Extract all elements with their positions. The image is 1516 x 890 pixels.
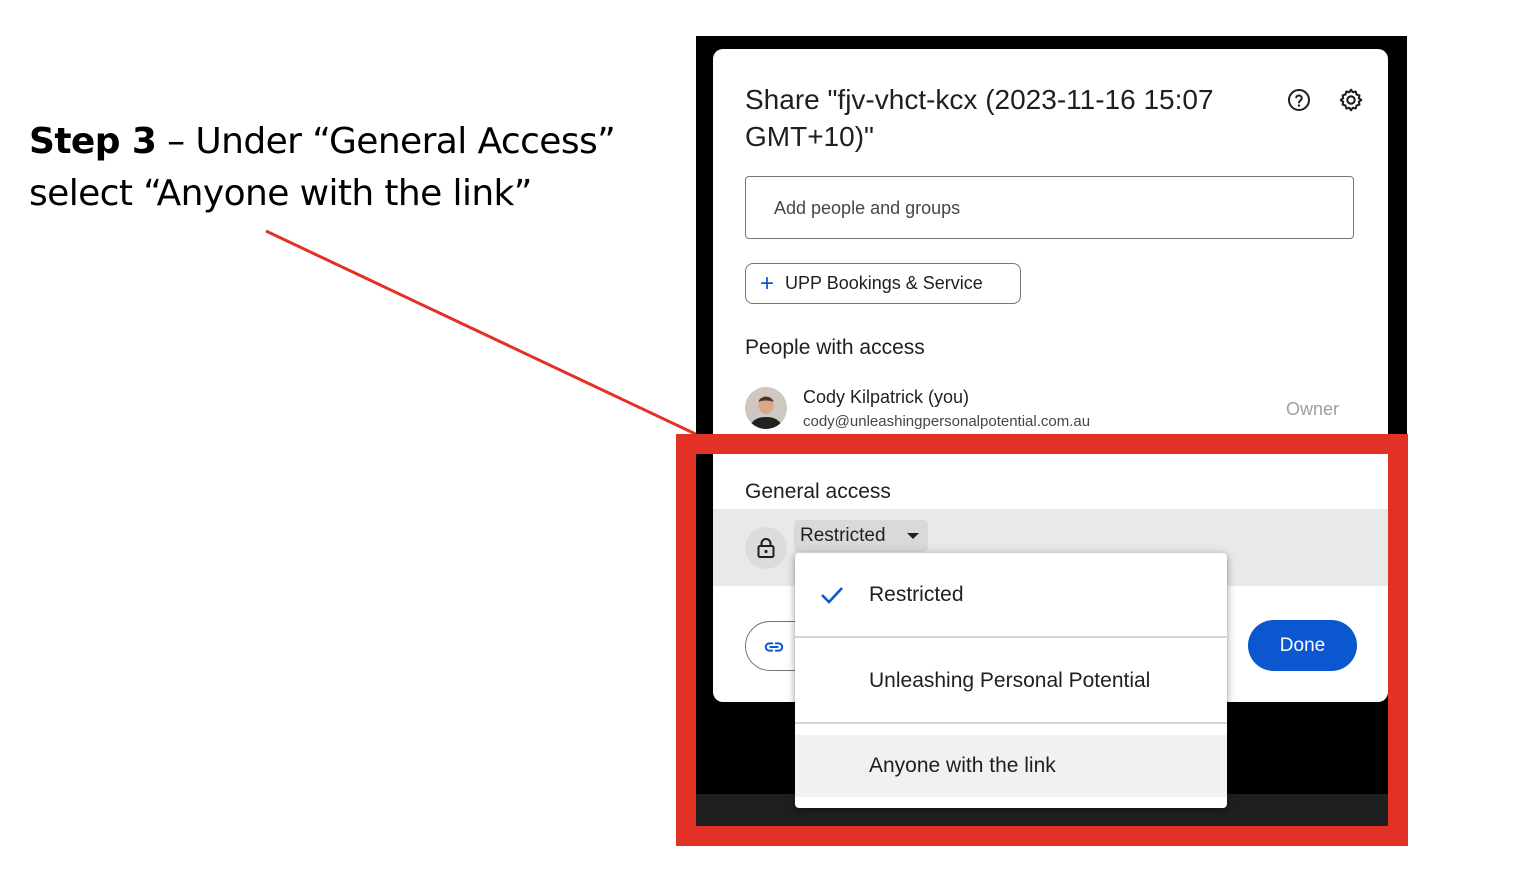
instruction-text: Step 3 – Under “General Access” select “… bbox=[29, 116, 669, 220]
group-chip[interactable]: + UPP Bookings & Service bbox=[745, 263, 1021, 304]
person-name: Cody Kilpatrick (you) bbox=[803, 387, 970, 407]
general-access-selected: Restricted bbox=[800, 525, 886, 546]
add-people-input[interactable] bbox=[772, 177, 1336, 240]
gear-icon[interactable] bbox=[1338, 87, 1364, 113]
add-people-field[interactable] bbox=[745, 176, 1354, 240]
dialog-title: Share "fjv-vhct-kcx (2023-11-16 15:07 GM… bbox=[745, 84, 1214, 152]
menu-item-organization[interactable]: Unleashing Personal Potential bbox=[795, 643, 1227, 719]
done-button[interactable]: Done bbox=[1248, 620, 1357, 671]
group-chip-label: UPP Bookings & Service bbox=[785, 273, 983, 293]
avatar bbox=[745, 387, 787, 429]
menu-item-label: Unleashing Personal Potential bbox=[869, 669, 1151, 692]
instruction-line1: – Under “General Access” bbox=[156, 121, 616, 162]
instruction-line2: select “Anyone with the link” bbox=[29, 173, 532, 214]
caret-down-icon bbox=[907, 533, 919, 539]
checkmark-icon bbox=[821, 587, 843, 604]
general-access-dropdown[interactable]: Restricted bbox=[794, 520, 928, 552]
person-role: Owner bbox=[1286, 399, 1340, 419]
menu-item-restricted[interactable]: Restricted bbox=[795, 557, 1227, 633]
lock-icon bbox=[745, 527, 787, 569]
instruction-step: Step 3 bbox=[29, 121, 157, 162]
menu-item-anyone-with-link[interactable]: Anyone with the link bbox=[795, 735, 1227, 797]
menu-divider bbox=[795, 722, 1227, 724]
menu-item-label: Anyone with the link bbox=[869, 754, 1056, 777]
help-icon[interactable] bbox=[1286, 87, 1312, 113]
general-access-menu: Restricted Unleashing Personal Potential… bbox=[795, 553, 1227, 808]
general-access-heading: General access bbox=[745, 480, 891, 503]
menu-item-label: Restricted bbox=[869, 583, 964, 606]
plus-icon: + bbox=[760, 269, 775, 297]
person-email: cody@unleashingpersonalpotential.com.au bbox=[803, 413, 1091, 430]
people-with-access-heading: People with access bbox=[745, 336, 925, 359]
link-icon bbox=[764, 642, 784, 652]
menu-divider bbox=[795, 636, 1227, 638]
